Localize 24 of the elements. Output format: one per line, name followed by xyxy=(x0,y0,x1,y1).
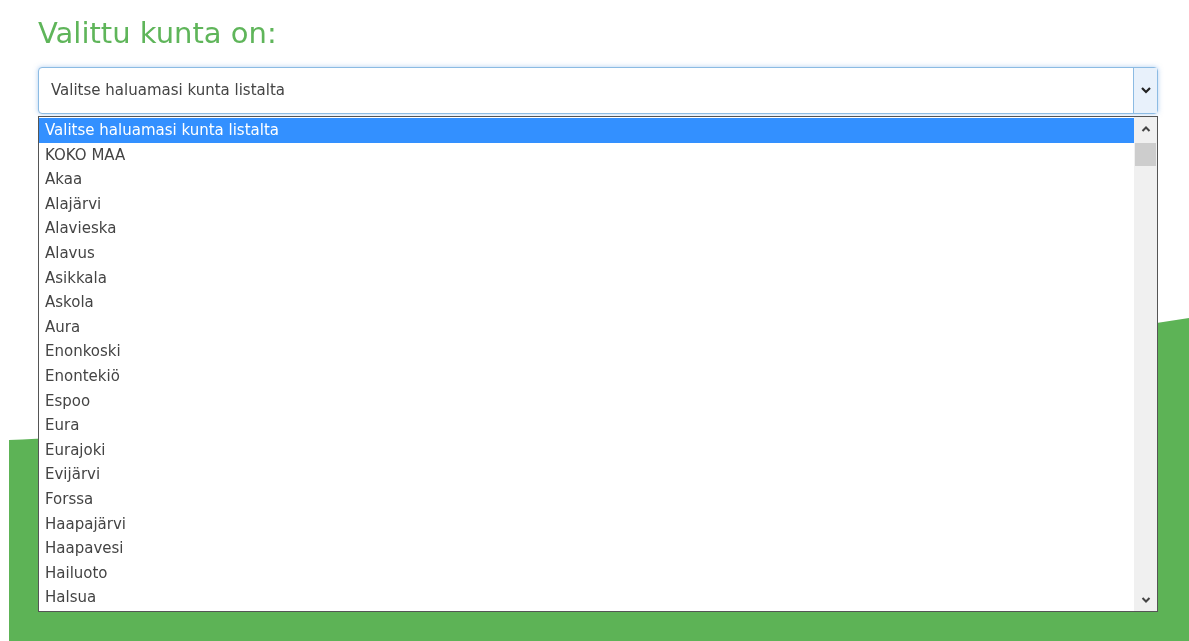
dropdown-option[interactable]: Eura xyxy=(39,413,1134,438)
dropdown-option[interactable]: Askola xyxy=(39,290,1134,315)
dropdown-option[interactable]: Enontekiö xyxy=(39,363,1134,389)
dropdown-option[interactable]: Espoo xyxy=(39,388,1134,414)
dropdown-option[interactable]: Asikkala xyxy=(39,265,1134,291)
scrollbar[interactable] xyxy=(1134,117,1157,611)
dropdown-option[interactable]: Enonkoski xyxy=(39,339,1134,364)
chevron-down-icon xyxy=(1140,87,1151,94)
dropdown-option[interactable]: Alajärvi xyxy=(39,191,1134,217)
dropdown-option[interactable]: Forssa xyxy=(39,486,1134,512)
dropdown-option[interactable]: Alavus xyxy=(39,240,1134,266)
dropdown-option[interactable]: Haapajärvi xyxy=(39,511,1134,537)
dropdown-option[interactable]: Akaa xyxy=(39,167,1134,192)
dropdown-option[interactable]: Hailuoto xyxy=(39,560,1134,586)
heading: Valittu kunta on: xyxy=(38,15,278,52)
dropdown-field[interactable]: Valitse haluamasi kunta listalta xyxy=(38,67,1158,114)
dropdown-option[interactable]: KOKO MAA xyxy=(39,142,1134,168)
dropdown-option[interactable]: Halsua xyxy=(39,585,1134,610)
dropdown-option[interactable]: Evijärvi xyxy=(39,462,1134,487)
scrollbar-thumb[interactable] xyxy=(1135,143,1156,166)
dropdown-option[interactable]: Aura xyxy=(39,314,1134,340)
dropdown-option[interactable]: Alavieska xyxy=(39,216,1134,241)
dropdown-option[interactable]: Haapavesi xyxy=(39,536,1134,561)
dropdown-option[interactable]: Eurajoki xyxy=(39,437,1134,463)
